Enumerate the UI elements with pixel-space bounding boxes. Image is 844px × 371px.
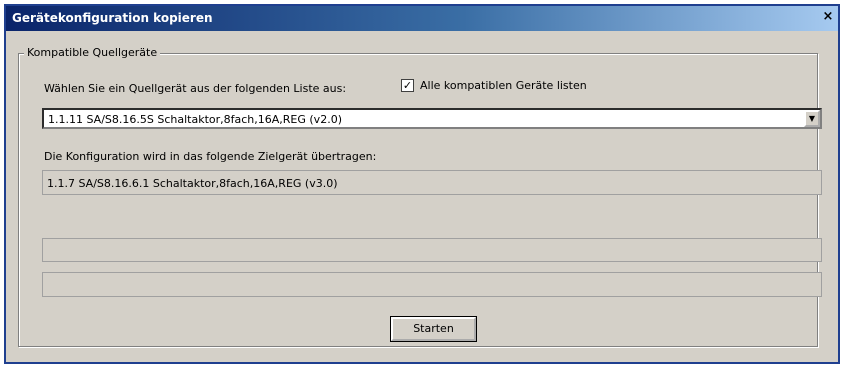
list-all-compatible-checkbox[interactable]: ✓: [401, 79, 414, 92]
source-device-selected: 1.1.11 SA/S8.16.5S Schaltaktor,8fach,16A…: [48, 113, 342, 126]
window-title: Gerätekonfiguration kopieren: [12, 11, 213, 25]
progress-field-2: [42, 272, 822, 297]
groupbox-label: Kompatible Quellgeräte: [24, 46, 161, 59]
progress-field-1: [42, 238, 822, 262]
close-icon[interactable]: ×: [820, 9, 836, 25]
target-info-label: Die Konfiguration wird in das folgende Z…: [44, 150, 377, 163]
source-device-dropdown[interactable]: 1.1.11 SA/S8.16.5S Schaltaktor,8fach,16A…: [42, 108, 822, 129]
checkmark-icon: ✓: [402, 79, 413, 92]
list-all-compatible-label[interactable]: Alle kompatiblen Geräte listen: [420, 79, 587, 92]
dropdown-arrow-icon[interactable]: ▼: [804, 110, 820, 127]
instruction-label: Wählen Sie ein Quellgerät aus der folgen…: [44, 82, 347, 95]
compatible-source-groupbox: [18, 53, 818, 347]
target-device-value: 1.1.7 SA/S8.16.6.1 Schaltaktor,8fach,16A…: [47, 177, 338, 190]
start-button[interactable]: Starten: [390, 316, 477, 342]
title-bar[interactable]: Gerätekonfiguration kopieren ×: [6, 6, 838, 31]
target-device-field: 1.1.7 SA/S8.16.6.1 Schaltaktor,8fach,16A…: [42, 170, 822, 195]
